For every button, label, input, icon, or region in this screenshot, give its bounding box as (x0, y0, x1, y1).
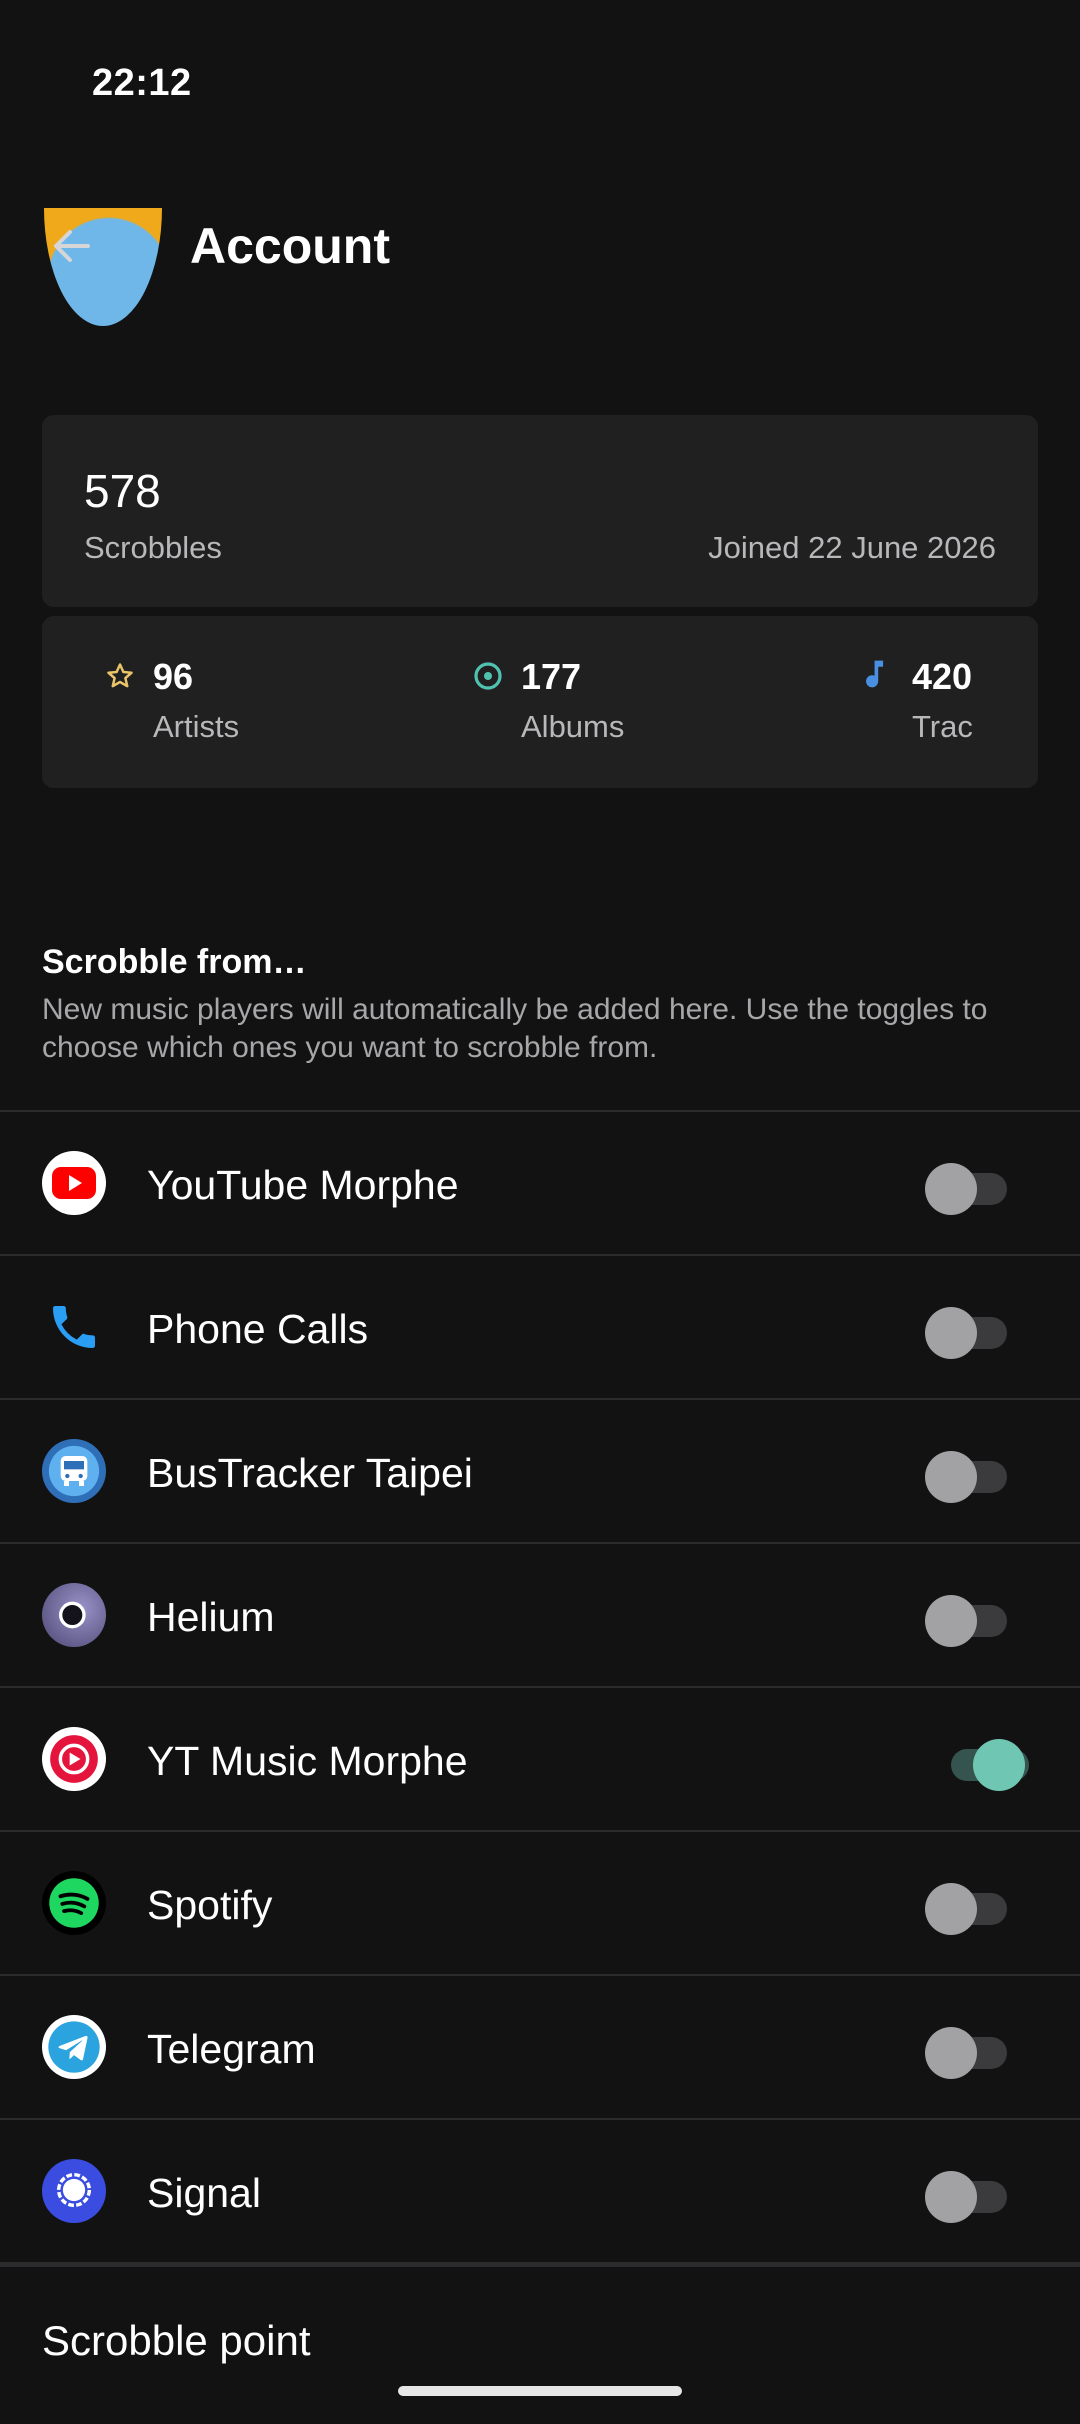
tracks-count[interactable]: 420 (912, 656, 972, 698)
albums-label[interactable]: Albums (521, 709, 624, 745)
scrobbles-card (42, 415, 1038, 607)
player-row-telegram[interactable]: Telegram (0, 1976, 1080, 2118)
yt-music-icon (42, 1727, 106, 1791)
tracks-label[interactable]: Trac (912, 709, 973, 745)
scrobble-toggle[interactable] (925, 2168, 1007, 2223)
player-name: Phone Calls (147, 1306, 369, 1352)
player-row-phone-calls[interactable]: Phone Calls (0, 1256, 1080, 1398)
player-row-bustracker-taipei[interactable]: BusTracker Taipei (0, 1400, 1080, 1542)
artists-label[interactable]: Artists (153, 709, 239, 745)
section-heading: Scrobble from… (42, 943, 307, 981)
telegram-icon (42, 2015, 106, 2079)
scrobbles-count: 578 (84, 465, 161, 517)
player-name: Helium (147, 1594, 275, 1640)
music-note-icon (860, 657, 894, 691)
scrobble-toggle[interactable] (925, 1880, 1007, 1935)
player-row-helium[interactable]: Helium (0, 1544, 1080, 1686)
spotify-icon (42, 1871, 106, 1935)
home-indicator[interactable] (398, 2386, 682, 2396)
player-name: Signal (147, 2170, 261, 2216)
player-name: YT Music Morphe (147, 1738, 468, 1784)
player-name: BusTracker Taipei (147, 1450, 473, 1496)
arrow-left-icon (48, 222, 96, 275)
section-description: New music players will automatically be … (42, 993, 988, 1064)
scrobble-point-setting[interactable]: Scrobble point (42, 2317, 311, 2365)
joined-date: Joined 22 June 2026 (708, 530, 996, 565)
scrobble-toggle[interactable] (925, 2024, 1007, 2079)
phone-icon (42, 1295, 106, 1359)
back-button[interactable] (40, 216, 104, 280)
status-time-overlay: 22:12 (92, 62, 192, 104)
albums-count[interactable]: 177 (521, 656, 581, 698)
signal-icon (42, 2159, 106, 2223)
player-row-youtube-morphe[interactable]: YouTube Morphe (0, 1112, 1080, 1254)
artists-count[interactable]: 96 (153, 656, 193, 698)
library-stats-card (42, 616, 1038, 788)
player-row-yt-music-morphe[interactable]: YT Music Morphe (0, 1688, 1080, 1830)
player-name: YouTube Morphe (147, 1162, 459, 1208)
player-row-signal[interactable]: Signal (0, 2120, 1080, 2262)
scrobble-toggle[interactable] (925, 1160, 1007, 1215)
scrobble-toggle[interactable] (925, 1304, 1007, 1359)
section-divider (0, 2262, 1080, 2267)
scrobble-toggle[interactable] (925, 1736, 1029, 1791)
helium-icon (42, 1583, 106, 1647)
scrobble-toggle[interactable] (925, 1592, 1007, 1647)
player-name: Spotify (147, 1882, 273, 1928)
album-icon (471, 659, 505, 693)
scrobble-toggle[interactable] (925, 1448, 1007, 1503)
star-icon (103, 659, 137, 693)
player-name: Telegram (147, 2026, 316, 2072)
page-title: Account (190, 218, 390, 274)
youtube-icon (42, 1151, 106, 1215)
scrobbles-label: Scrobbles (84, 530, 222, 565)
bus-icon (42, 1439, 106, 1503)
player-row-spotify[interactable]: Spotify (0, 1832, 1080, 1974)
